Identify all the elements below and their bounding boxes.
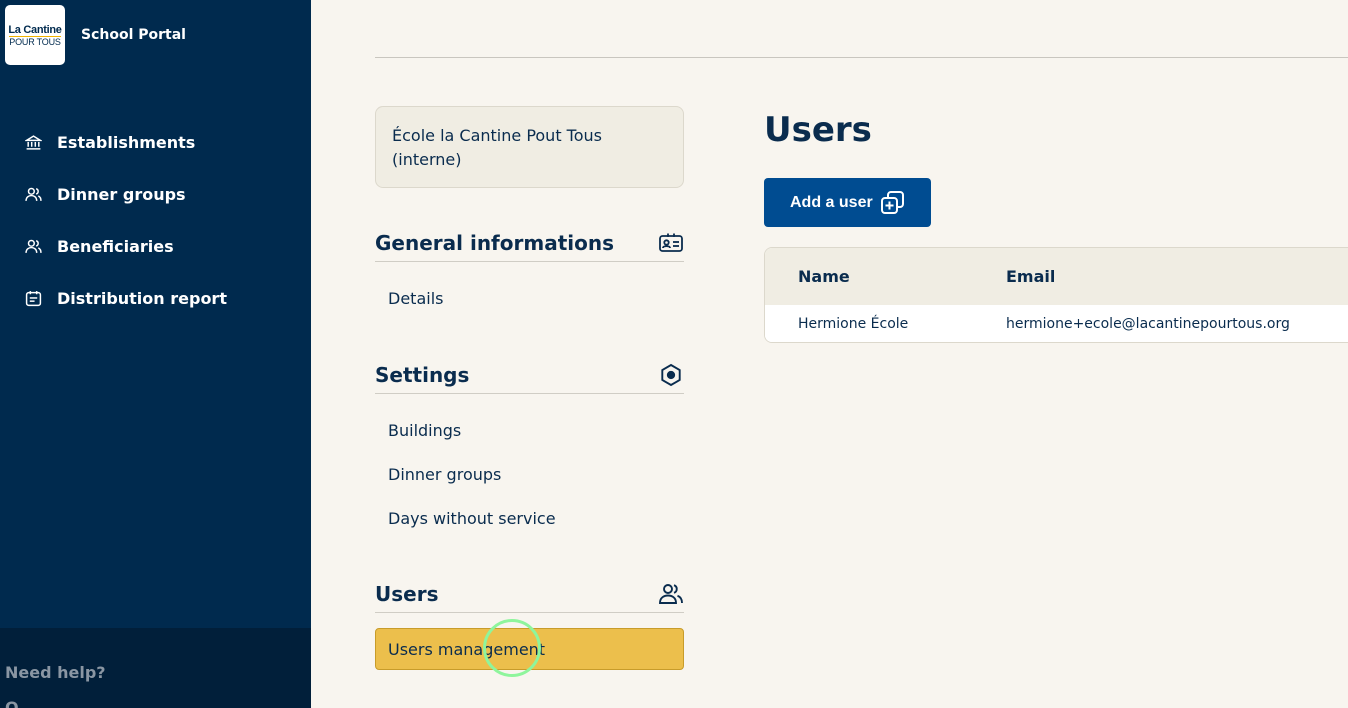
logo-line1: La Cantine <box>8 23 62 36</box>
cell-name: Hermione École <box>798 316 909 332</box>
add-user-button[interactable]: Add a user <box>764 178 931 227</box>
column-header-email[interactable]: Email <box>1006 267 1055 286</box>
sidebar-item-distribution-report[interactable]: Distribution report <box>0 272 311 324</box>
logo-line2: POUR TOUS <box>9 35 61 47</box>
sidebar-item-label: Beneficiaries <box>57 236 174 256</box>
table-row[interactable]: Hermione École hermione+ecole@lacantinep… <box>765 305 1348 342</box>
users-icon <box>24 185 42 203</box>
link-users-management[interactable]: Users management <box>375 628 684 670</box>
gear-icon <box>658 362 684 388</box>
sidebar-item-label: Establishments <box>57 132 196 152</box>
sidebar-item-beneficiaries[interactable]: Beneficiaries <box>0 220 311 272</box>
section-settings: Settings <box>375 356 684 394</box>
school-card: École la Cantine Pout Tous (interne) <box>375 106 684 188</box>
calendar-icon <box>24 289 42 307</box>
sidebar-item-label: Dinner groups <box>57 184 186 204</box>
footer-cut-text: O... <box>5 698 37 708</box>
add-square-icon <box>880 190 906 216</box>
section-title: Settings <box>375 362 470 387</box>
top-divider <box>375 57 1348 58</box>
table-header: Name Email <box>765 248 1348 305</box>
section-general-informations: General informations <box>375 224 684 262</box>
link-dinner-groups[interactable]: Dinner groups <box>388 465 501 484</box>
sidebar-nav: Establishments Dinner groups Beneficiari… <box>0 116 311 324</box>
column-header-name[interactable]: Name <box>798 267 850 286</box>
users-icon <box>658 581 684 607</box>
sidebar-item-label: Distribution report <box>57 288 227 308</box>
section-title: Users <box>375 581 439 606</box>
section-users: Users <box>375 575 684 613</box>
sidebar: La Cantine POUR TOUS School Portal Estab… <box>0 0 311 708</box>
logo[interactable]: La Cantine POUR TOUS <box>5 5 65 65</box>
sidebar-item-dinner-groups[interactable]: Dinner groups <box>0 168 311 220</box>
cell-email: hermione+ecole@lacantinepourtous.org <box>1006 316 1290 332</box>
add-user-label: Add a user <box>790 193 873 211</box>
bank-icon <box>24 133 42 151</box>
section-title: General informations <box>375 230 614 255</box>
link-label: Users management <box>388 639 546 659</box>
link-buildings[interactable]: Buildings <box>388 421 461 440</box>
id-card-icon <box>658 230 684 256</box>
users-table: Name Email Hermione École hermione+ecole… <box>764 247 1348 343</box>
page-title: Users <box>764 110 872 150</box>
link-days-without-service[interactable]: Days without service <box>388 509 556 528</box>
sidebar-item-establishments[interactable]: Establishments <box>0 116 311 168</box>
need-help-link[interactable]: Need help? <box>5 663 106 682</box>
users-icon <box>24 237 42 255</box>
link-details[interactable]: Details <box>388 289 443 308</box>
sidebar-footer: Need help? O... <box>0 628 311 708</box>
portal-title: School Portal <box>81 27 186 43</box>
